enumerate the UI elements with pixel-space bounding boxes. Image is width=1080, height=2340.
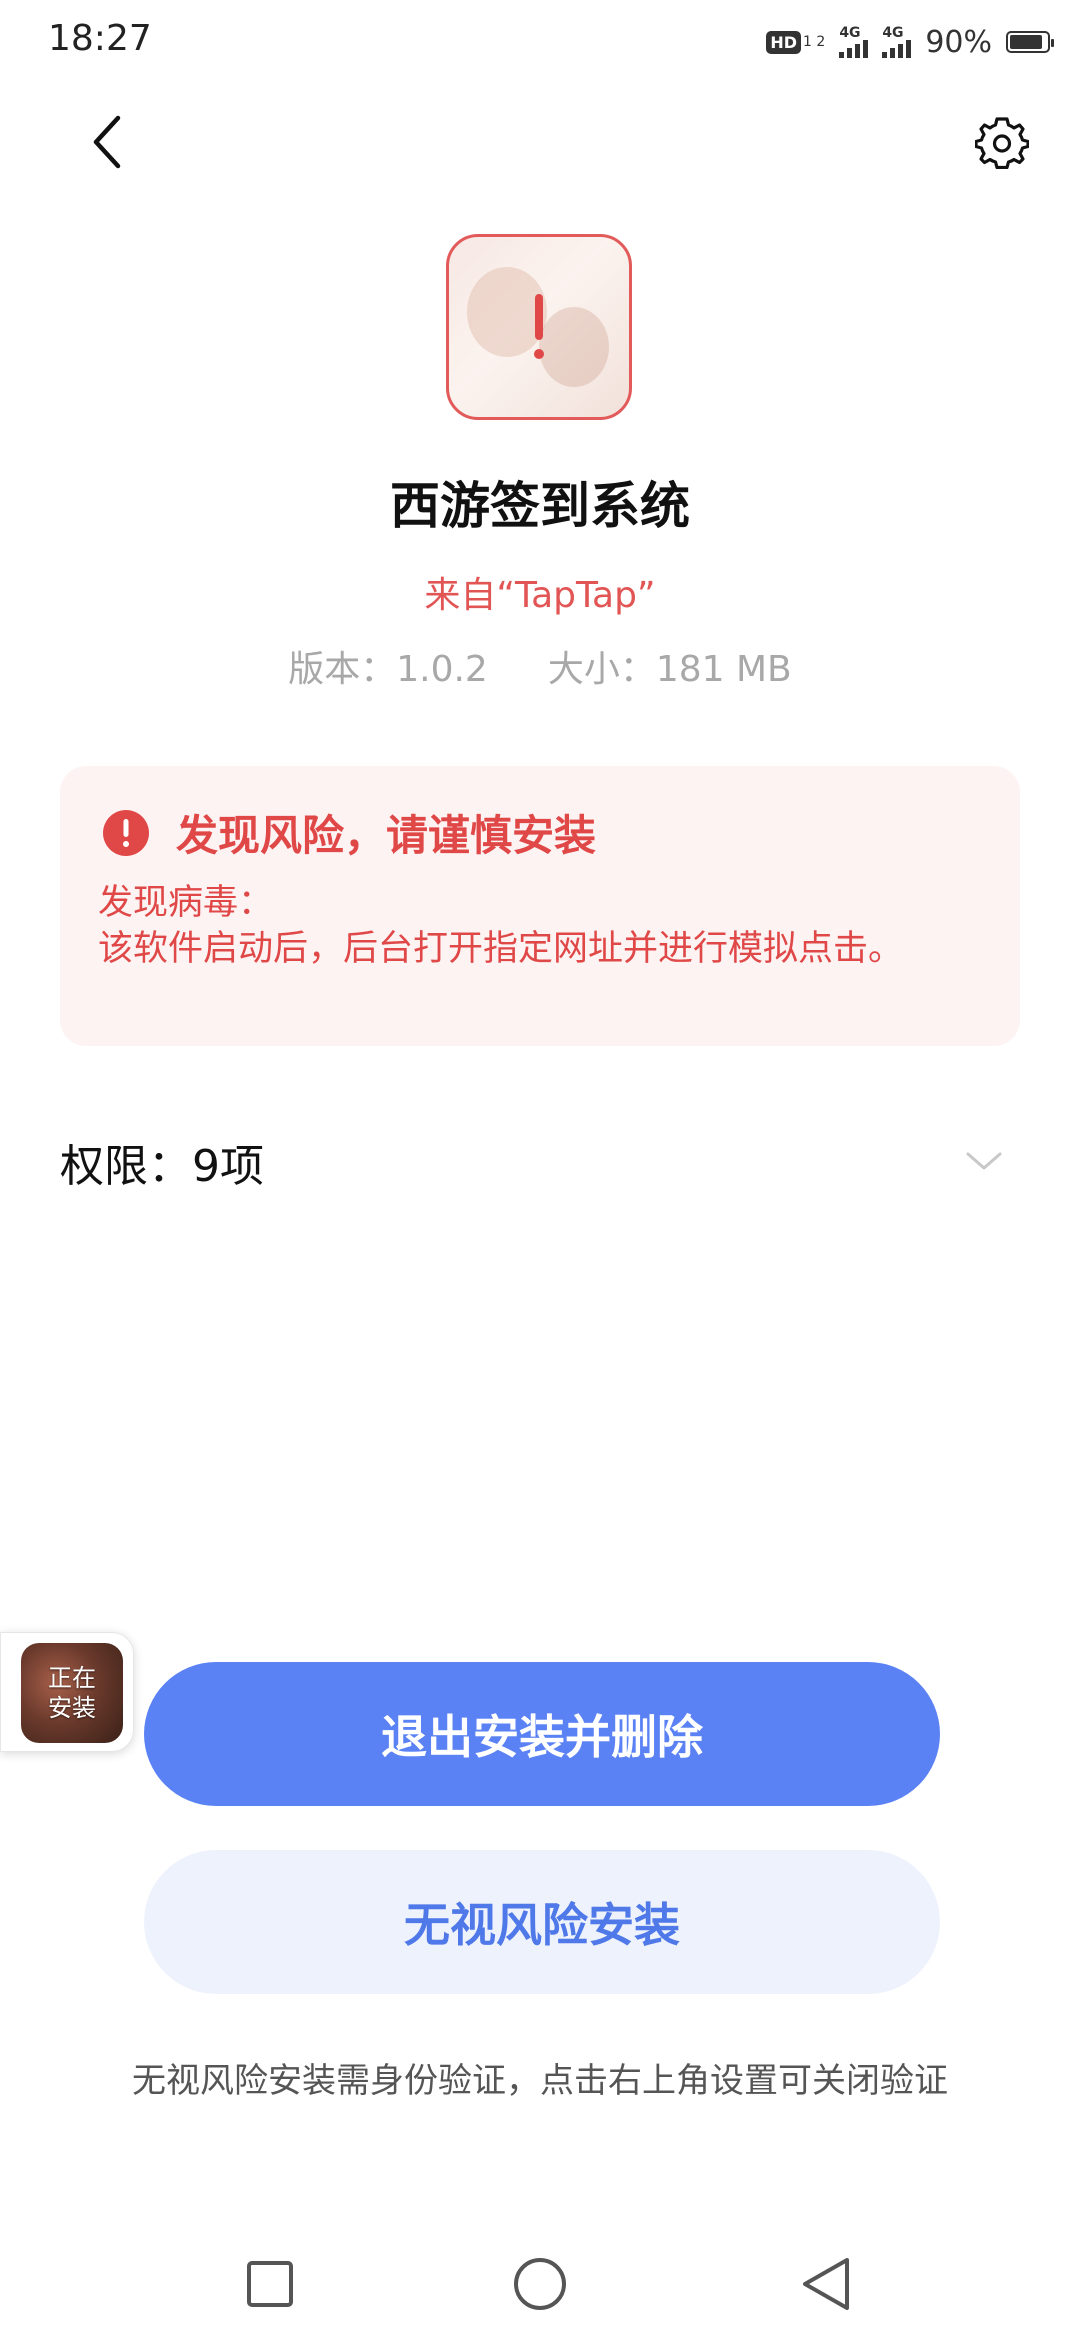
system-nav-bar <box>0 2230 1080 2340</box>
ignore-risk-install-button[interactable]: 无视风险安装 <box>144 1850 940 1994</box>
chevron-down-icon <box>966 1152 1002 1170</box>
battery-percent: 90% <box>925 24 992 60</box>
installing-app-thumbnail: 正在 安装 <box>21 1643 123 1743</box>
risk-title: 发现风险，请谨慎安装 <box>176 811 597 860</box>
square-icon <box>247 2261 293 2307</box>
risk-body-line2: 该软件启动后，后台打开指定网址并进行模拟点击。 <box>98 929 904 969</box>
verification-footnote: 无视风险安装需身份验证，点击右上角设置可关闭验证 <box>132 2061 948 2101</box>
risk-description: 发现病毒： 该软件启动后，后台打开指定网址并进行模拟点击。 <box>98 880 978 972</box>
risk-title-row: 发现风险，请谨慎安装 <box>102 802 596 863</box>
status-time: 18:27 <box>48 18 152 59</box>
installing-floating-badge[interactable]: 正在 安装 <box>0 1632 134 1752</box>
permissions-row[interactable]: 权限：9项 <box>60 1120 1020 1200</box>
gear-icon <box>975 117 1029 169</box>
circle-icon <box>514 2258 566 2310</box>
hd-icon: HD 1 2 <box>766 30 825 54</box>
battery-icon <box>1006 31 1054 53</box>
exit-and-delete-button[interactable]: 退出安装并删除 <box>144 1662 940 1806</box>
back-button[interactable] <box>76 110 140 174</box>
nav-back-button[interactable] <box>786 2244 866 2324</box>
home-button[interactable] <box>500 2244 580 2324</box>
alert-circle-icon <box>103 809 149 856</box>
app-source: 来自“TapTap” <box>424 575 656 616</box>
recents-button[interactable] <box>230 2244 310 2324</box>
app-version: 版本：1.0.2 <box>288 649 488 690</box>
status-icons: HD 1 2 4G 4G 90% <box>766 22 1054 62</box>
app-icon <box>446 234 632 420</box>
permissions-label: 权限：9项 <box>60 1141 264 1192</box>
risk-body-line1: 发现病毒： <box>98 883 274 923</box>
risk-warning-card: 发现风险，请谨慎安装 发现病毒： 该软件启动后，后台打开指定网址并进行模拟点击。 <box>60 766 1020 1046</box>
exclamation-icon <box>449 237 629 417</box>
app-meta: 版本：1.0.2 大小：181 MB <box>0 640 1080 692</box>
triangle-back-icon <box>803 2258 849 2310</box>
signal-icon-sim1: 4G <box>839 26 869 58</box>
app-name: 西游签到系统 <box>390 477 690 535</box>
app-size: 大小：181 MB <box>547 649 792 690</box>
signal-icon-sim2: 4G <box>882 26 912 58</box>
chevron-left-icon <box>93 115 121 169</box>
settings-button[interactable] <box>970 110 1034 174</box>
status-bar: 18:27 HD 1 2 4G 4G 90% <box>0 0 1080 90</box>
